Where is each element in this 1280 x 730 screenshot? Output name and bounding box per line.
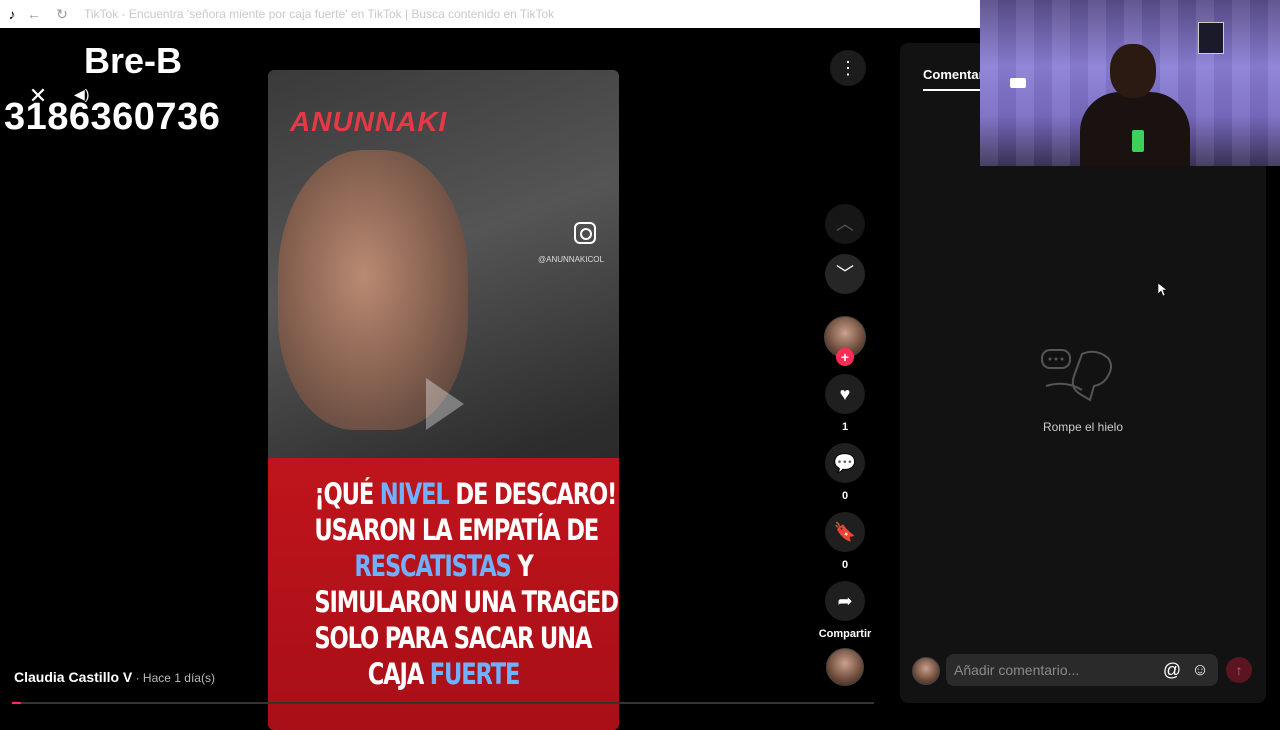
stream-overlay-number: 3186360736 — [4, 96, 221, 138]
caption-line: ¡QUÉ NIVEL DE DESCARO! — [314, 476, 617, 512]
send-comment-button[interactable]: ↑ — [1226, 657, 1252, 683]
follow-button[interactable]: + — [836, 348, 854, 366]
caption-text: DE DESCARO! — [448, 477, 617, 511]
like-count: 1 — [841, 421, 849, 433]
caption-line: RESCATISTAS Y — [314, 548, 572, 584]
caption-text: ¡QUÉ — [314, 477, 380, 511]
caption-text: SOLO PARA SACAR UNA — [314, 621, 592, 655]
post-time: · Hace 1 día(s) — [132, 671, 215, 685]
caption-highlight: FUERTE — [429, 657, 521, 691]
caption-line: SIMULARON UNA TRAGEDIA — [314, 584, 619, 620]
webcam-cup — [1132, 130, 1144, 152]
caption-text: CAJA — [367, 657, 430, 691]
arrow-up-icon: ↑ — [1235, 662, 1243, 678]
webcam-person — [1080, 44, 1190, 166]
reload-icon[interactable]: ↻ — [54, 6, 70, 22]
empty-comments-text: Rompe el hielo — [1042, 420, 1124, 434]
comment-input[interactable] — [954, 654, 1154, 686]
save-count: 0 — [841, 559, 849, 571]
brand-watermark: ANUNNAKI — [290, 106, 448, 137]
tab-comments[interactable]: Comentar — [923, 67, 984, 82]
stream-overlay-name: Bre-B — [84, 40, 183, 81]
save-button[interactable]: 🔖 — [825, 512, 865, 552]
comment-button[interactable]: 💬 — [825, 443, 865, 483]
heart-icon: ♥ — [839, 384, 851, 404]
webcam-person-body — [1080, 92, 1190, 166]
share-label: Compartir — [818, 628, 872, 640]
author-info: Claudia Castillo V · Hace 1 día(s) — [14, 669, 215, 685]
tiktok-logo-icon: ♪ — [8, 6, 16, 22]
play-icon[interactable] — [426, 378, 464, 430]
back-icon[interactable]: ← — [26, 6, 42, 22]
comment-count: 0 — [841, 490, 849, 502]
more-options-button[interactable]: ⋮ — [830, 50, 866, 86]
page-title: TikTok - Encuentra 'señora miente por ca… — [84, 7, 555, 21]
instagram-handle: @ANUNNAKICOL — [538, 255, 604, 264]
previous-video-button[interactable]: ︿ — [825, 204, 865, 244]
share-icon: ➦ — [837, 591, 853, 611]
share-button[interactable]: ➦ — [825, 581, 865, 621]
comment-icon: 💬 — [833, 453, 857, 473]
caption-line: USARON LA EMPATÍA DE — [314, 512, 599, 548]
next-video-button[interactable]: ﹀ — [825, 254, 865, 294]
caption-line: SOLO PARA SACAR UNA — [314, 620, 592, 656]
video-player[interactable]: @ANUNNAKICOL ¡QUÉ NIVEL DE DESCARO! USARO… — [268, 70, 619, 730]
bookmark-icon: 🔖 — [833, 522, 857, 542]
webcam-light — [1010, 78, 1026, 88]
comment-box: @ ☺ — [946, 654, 1218, 686]
caption-line: CAJA FUERTE — [314, 656, 572, 692]
caption-text: SIMULARON UNA TRAGEDIA — [314, 585, 619, 619]
emoji-icon[interactable]: ☺ — [1190, 660, 1210, 680]
webcam-person-head — [1110, 44, 1156, 98]
video-progress-bar[interactable] — [12, 702, 874, 704]
instagram-icon — [574, 222, 596, 244]
sound-avatar[interactable] — [826, 648, 864, 686]
video-progress-fill — [12, 702, 21, 704]
tab-underline — [923, 89, 983, 91]
caption-text: USARON LA EMPATÍA DE — [314, 513, 599, 547]
author-name[interactable]: Claudia Castillo V — [14, 669, 132, 685]
video-stage: ✕ ◀) @ANUNNAKICOL ¡QUÉ NIVEL DE DESCARO!… — [0, 28, 900, 730]
webcam-overlay — [980, 0, 1280, 166]
like-button[interactable]: ♥ — [825, 374, 865, 414]
mention-icon[interactable]: @ — [1162, 660, 1182, 680]
caption-text: Y — [510, 549, 533, 583]
empty-comments-illustration-icon — [1041, 349, 1112, 402]
mouse-cursor-icon — [1158, 283, 1168, 297]
webcam-poster — [1198, 22, 1224, 54]
video-caption-banner: ¡QUÉ NIVEL DE DESCARO! USARON LA EMPATÍA … — [268, 458, 619, 730]
current-user-avatar — [912, 657, 940, 685]
caption-highlight: RESCATISTAS — [354, 549, 511, 583]
caption-highlight: NIVEL — [379, 477, 450, 511]
